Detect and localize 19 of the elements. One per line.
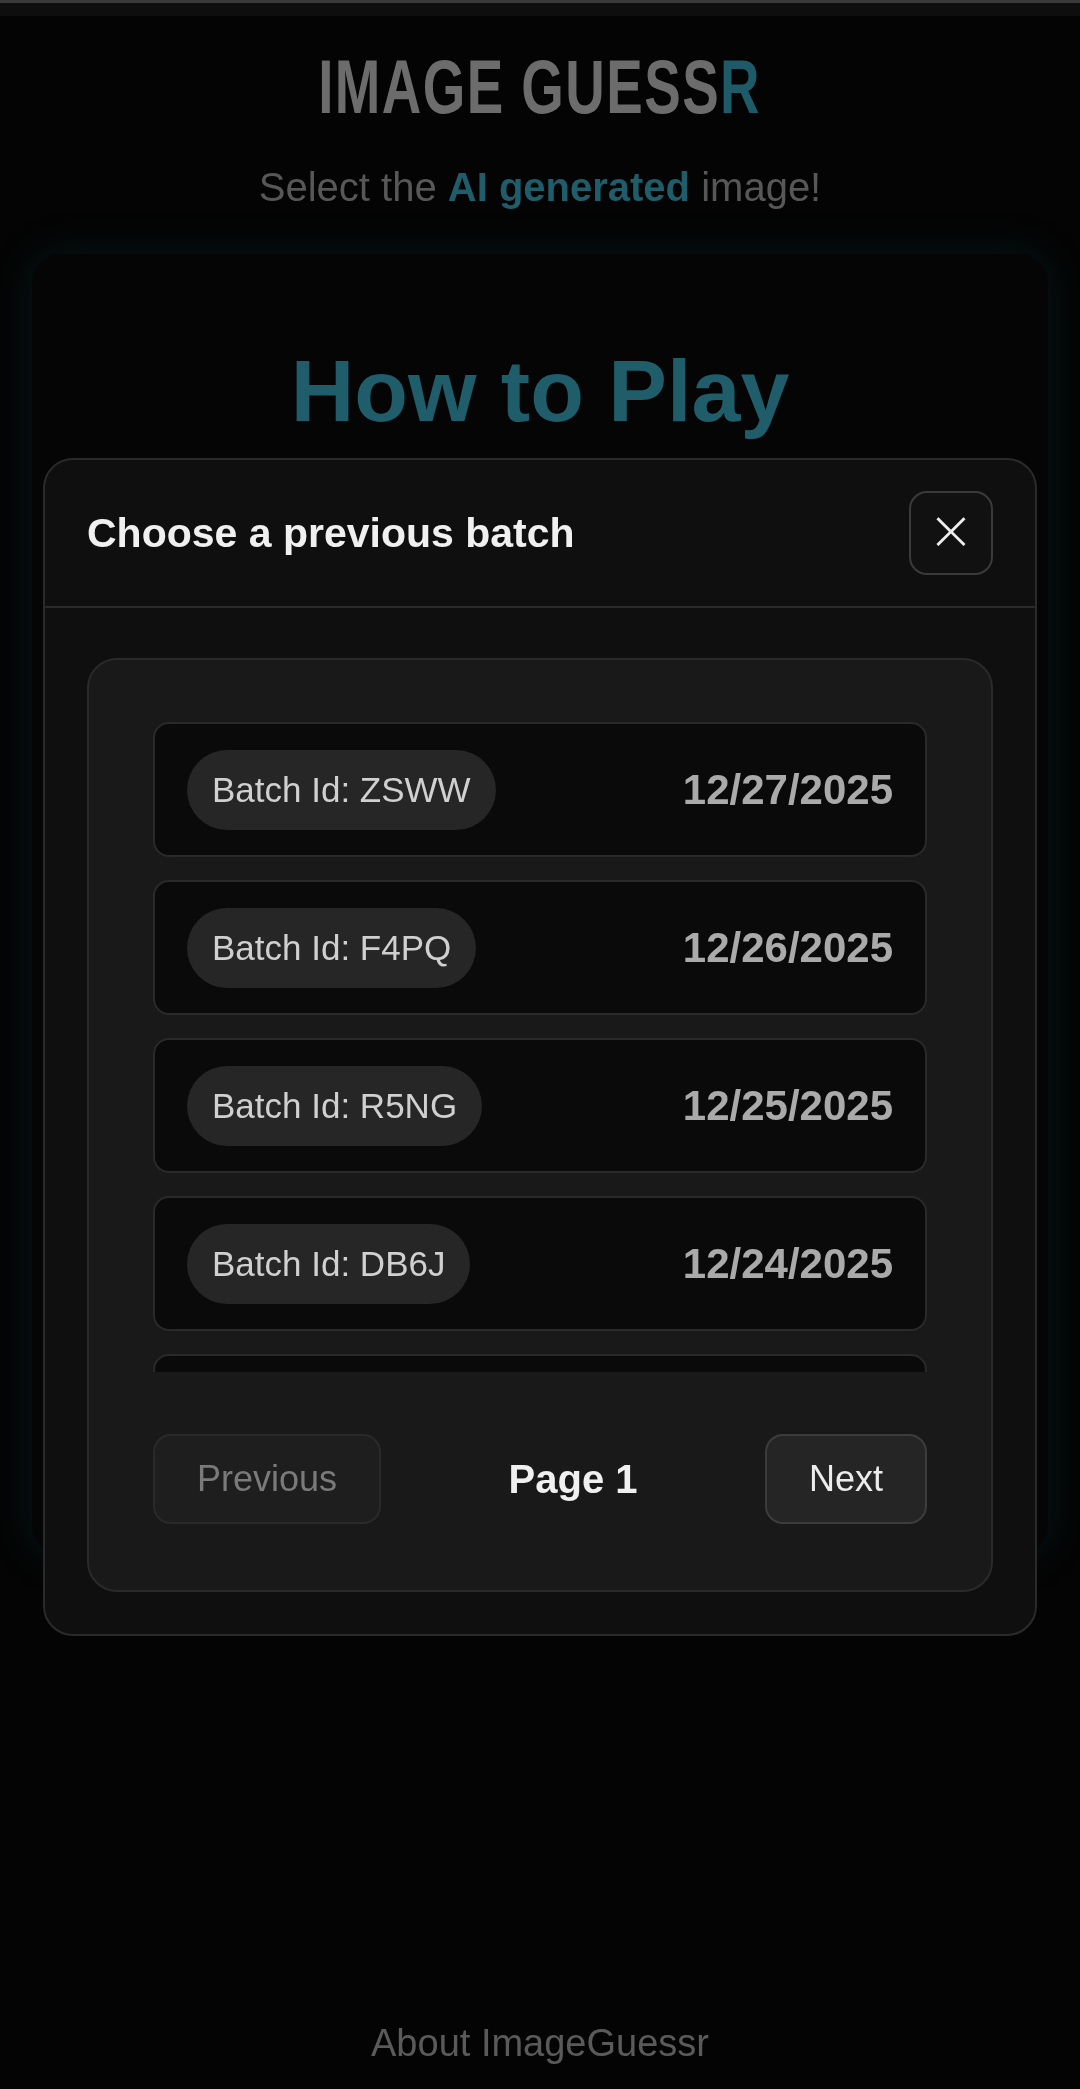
batch-row[interactable]: Batch Id: DB6J 12/24/2025 [153, 1196, 927, 1331]
batch-row[interactable]: Batch Id: F4PQ 12/26/2025 [153, 880, 927, 1015]
close-button[interactable]: × [909, 491, 993, 575]
batch-row[interactable]: Batch Id: R5NG 12/25/2025 [153, 1038, 927, 1173]
batch-id-tag: Batch Id: ZSWW [187, 749, 496, 830]
card-heading: How to Play [290, 340, 790, 442]
dialog-title: Choose a previous batch [87, 509, 575, 557]
batch-id-tag: Batch Id: DB6J [187, 1223, 471, 1304]
next-button[interactable]: Next [764, 1434, 927, 1524]
subtitle: Select the AI generated image! [258, 165, 822, 210]
batch-date: 12/26/2025 [682, 923, 893, 972]
batch-date: 12/27/2025 [682, 765, 893, 814]
app-logo: IMAGE GUESSR [318, 49, 762, 125]
batch-id-tag: Batch Id: R5NG [187, 1065, 483, 1146]
batch-date: 12/25/2025 [682, 1081, 893, 1130]
batch-id-tag: Batch Id: F4PQ [187, 907, 477, 988]
batch-row[interactable]: Batch Id: ZSWW 12/27/2025 [153, 722, 927, 857]
batch-date: 12/24/2025 [682, 1239, 893, 1288]
page-indicator: Page 1 [508, 1456, 638, 1502]
